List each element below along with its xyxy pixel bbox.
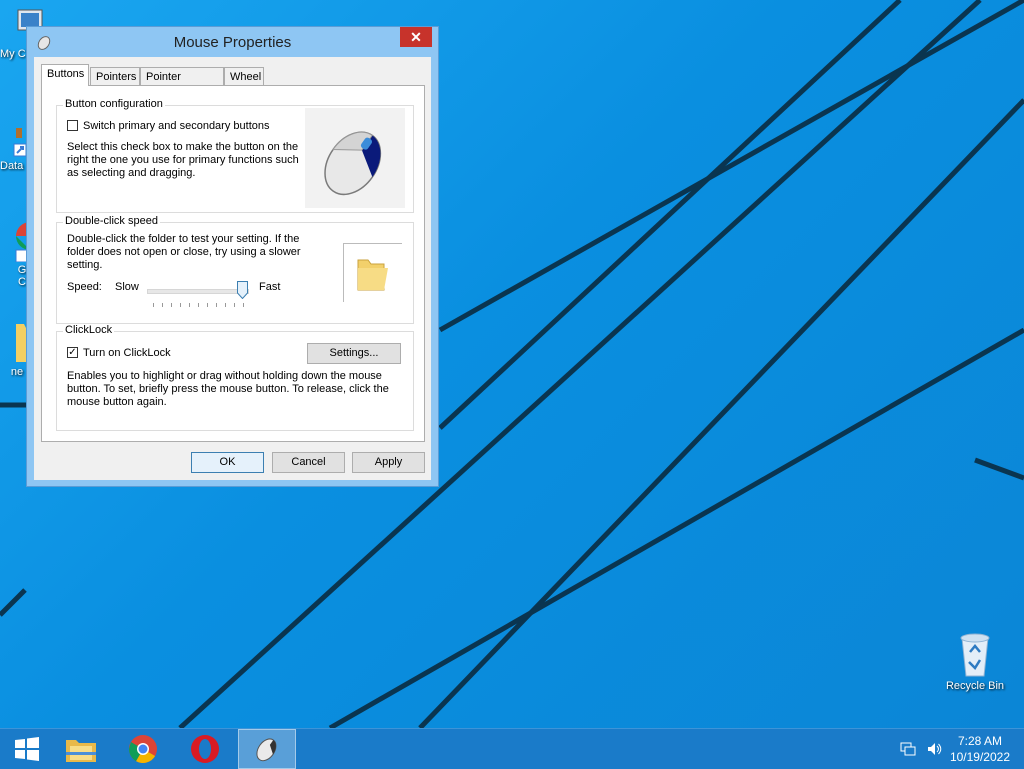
network-icon[interactable]	[900, 741, 916, 757]
slider-tick	[234, 303, 235, 307]
clock-time: 7:28 AM	[957, 734, 1002, 748]
slider-tick	[171, 303, 172, 307]
slow-label: Slow	[115, 281, 139, 293]
clock-date: 10/19/2022	[949, 750, 1010, 764]
double-click-description: Double-click the folder to test your set…	[67, 233, 301, 271]
slider-tick	[198, 303, 199, 307]
fast-label: Fast	[259, 281, 281, 293]
desktop-icon-recycle-bin[interactable]: Recycle Bin	[940, 630, 1010, 692]
double-click-speed-group: Double-click speed Double-click the fold…	[56, 215, 414, 324]
desktop-icon-label: My C	[0, 48, 26, 60]
opera-icon	[191, 735, 219, 763]
system-tray	[900, 741, 942, 757]
desktop-icon-label: Recycle Bin	[945, 680, 1005, 692]
slider-tick	[207, 303, 208, 307]
switch-buttons-checkbox[interactable]	[67, 120, 78, 131]
checkbox-label[interactable]: Switch primary and secondary buttons	[83, 120, 269, 133]
apply-button[interactable]: Apply	[352, 452, 425, 473]
clicklock-group: ClickLock ✓ Turn on ClickLock Settings..…	[56, 324, 414, 431]
slider-tick	[180, 303, 181, 307]
desktop-icon-label: Data	[0, 160, 24, 172]
taskbar-clock[interactable]: 7:28 AM 10/19/2022	[950, 733, 1010, 765]
slider-tick	[153, 303, 154, 307]
ok-button[interactable]: OK	[191, 452, 264, 473]
volume-icon[interactable]	[926, 741, 942, 757]
start-icon	[15, 737, 39, 761]
group-label: Button configuration	[63, 98, 165, 110]
dialog-title: Mouse Properties	[173, 34, 292, 51]
group-label: Double-click speed	[63, 215, 160, 227]
cancel-button[interactable]: Cancel	[272, 452, 345, 473]
folder-icon	[357, 259, 388, 291]
mouse-icon	[256, 738, 277, 762]
button-config-description: Select this check box to make the button…	[67, 141, 299, 179]
tab-pointer-options[interactable]: Pointer Options	[140, 67, 224, 101]
clicklock-settings-button[interactable]: Settings...	[307, 343, 401, 364]
tab-buttons[interactable]: Buttons	[41, 64, 89, 86]
speed-slider-track[interactable]	[147, 289, 249, 294]
start-button[interactable]	[0, 729, 54, 769]
taskbar-file-explorer[interactable]	[54, 729, 108, 769]
test-folder[interactable]	[343, 243, 402, 302]
button-configuration-group: Button configuration Switch primary and …	[56, 98, 414, 213]
close-button[interactable]: ✕	[400, 27, 432, 47]
mouse-properties-dialog: Mouse Properties ✕ Buttons Pointers Poin…	[26, 26, 439, 487]
clicklock-description: Enables you to highlight or drag without…	[67, 370, 389, 408]
taskbar-chrome[interactable]	[116, 729, 170, 769]
speed-slider-thumb[interactable]	[237, 281, 248, 300]
taskbar-mouse-properties[interactable]	[238, 729, 296, 769]
clicklock-checkbox[interactable]: ✓	[67, 347, 78, 358]
taskbar: 7:28 AM 10/19/2022	[0, 728, 1024, 769]
slider-tick	[189, 303, 190, 307]
recycle-bin-icon	[955, 630, 995, 678]
speed-label: Speed:	[67, 281, 102, 293]
mouse-illustration	[305, 108, 405, 208]
tab-pointers[interactable]: Pointers	[90, 67, 140, 85]
tab-wheel[interactable]: Wheel	[224, 67, 264, 85]
desktop-icon-label: ne	[10, 366, 24, 378]
chrome-icon	[129, 735, 157, 763]
dialog-client: Buttons Pointers Pointer Options Wheel B…	[34, 57, 431, 480]
file-explorer-icon	[66, 740, 96, 762]
slider-tick	[243, 303, 244, 307]
checkbox-label[interactable]: Turn on ClickLock	[83, 347, 171, 360]
group-label: ClickLock	[63, 324, 115, 336]
tab-panel-buttons: Button configuration Switch primary and …	[41, 85, 425, 442]
slider-tick	[162, 303, 163, 307]
taskbar-opera[interactable]	[178, 729, 232, 769]
title-bar[interactable]: Mouse Properties ✕	[27, 27, 438, 57]
slider-tick	[216, 303, 217, 307]
slider-tick	[225, 303, 226, 307]
